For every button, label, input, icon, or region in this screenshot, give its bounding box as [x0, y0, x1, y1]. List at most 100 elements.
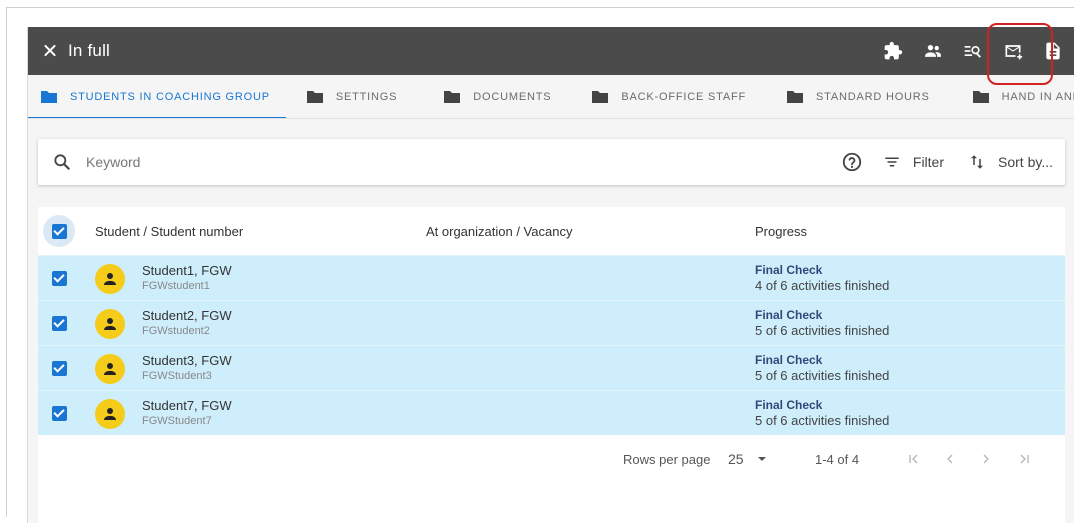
progress-cell: Final Check 4 of 6 activities finished	[755, 263, 889, 294]
tab-students-in-coaching-group[interactable]: STUDENTS IN COACHING GROUP	[28, 75, 286, 118]
chevron-right-icon	[983, 454, 989, 464]
first-page-button[interactable]	[904, 449, 924, 469]
toolbar-actions	[875, 27, 1074, 75]
tab-label: STUDENTS IN COACHING GROUP	[70, 90, 270, 103]
student-cell: Student1, FGW FGWstudent1	[142, 263, 232, 294]
column-header-student[interactable]: Student / Student number	[95, 224, 243, 239]
row-checkbox-wrapper	[43, 352, 75, 384]
folder-icon	[306, 90, 324, 103]
avatar	[95, 309, 125, 339]
student-name: Student3, FGW	[142, 353, 232, 368]
student-cell: Student3, FGW FGWStudent3	[142, 353, 232, 384]
rows-per-page-label: Rows per page	[623, 451, 711, 467]
progress-phase: Final Check	[755, 353, 823, 367]
search-input[interactable]	[84, 153, 684, 171]
sort-icon	[971, 155, 984, 169]
row-checkbox-wrapper	[43, 397, 75, 429]
person-icon	[104, 273, 116, 285]
help-icon[interactable]	[841, 151, 863, 173]
student-name: Student2, FGW	[142, 308, 232, 323]
tab-hand-in-and-assess[interactable]: HAND IN AND ASSESS	[960, 75, 1074, 118]
row-checkbox[interactable]	[51, 270, 67, 286]
rows-per-page-value: 25	[728, 451, 744, 467]
student-name: Student7, FGW	[142, 398, 232, 413]
person-icon	[104, 363, 116, 375]
rows-per-page-select[interactable]: 25	[728, 451, 766, 467]
progress-cell: Final Check 5 of 6 activities finished	[755, 308, 889, 339]
chevron-left-icon	[947, 454, 953, 464]
progress-detail: 5 of 6 activities finished	[755, 323, 890, 338]
previous-page-button[interactable]	[940, 449, 960, 469]
person-icon	[104, 318, 116, 330]
table-row[interactable]: Student7, FGW FGWStudent7 Final Check 5 …	[38, 390, 1065, 435]
row-checkbox[interactable]	[51, 315, 67, 331]
progress-detail: 4 of 6 activities finished	[755, 278, 890, 293]
avatar	[95, 399, 125, 429]
row-checkbox[interactable]	[51, 405, 67, 421]
student-number: FGWstudent2	[142, 325, 210, 337]
select-all-checkbox[interactable]	[51, 223, 67, 239]
students-table: Student / Student number At organization…	[38, 207, 1065, 523]
student-number: FGWstudent1	[142, 280, 210, 292]
table-header: Student / Student number At organization…	[38, 207, 1065, 255]
filter-label: Filter	[912, 154, 945, 170]
progress-cell: Final Check 5 of 6 activities finished	[755, 398, 889, 429]
filter-icon	[885, 157, 899, 167]
search-actions: Filter Sort by...	[841, 139, 1065, 185]
tab-label: STANDARD HOURS	[816, 90, 930, 103]
student-name: Student1, FGW	[142, 263, 232, 278]
filter-button[interactable]: Filter	[883, 153, 944, 171]
tab-label: SETTINGS	[335, 90, 398, 103]
tab-label: BACK-OFFICE STAFF	[621, 90, 746, 103]
top-bar: In full	[28, 27, 1074, 75]
folder-icon	[591, 90, 609, 103]
first-page-icon	[909, 454, 918, 464]
tab-bar: STUDENTS IN COACHING GROUP SETTINGS DOCU…	[28, 75, 1074, 119]
row-checkbox-wrapper	[43, 262, 75, 294]
caret-down-icon	[757, 457, 766, 461]
tab-documents[interactable]: DOCUMENTS	[431, 75, 567, 118]
next-page-button[interactable]	[976, 449, 996, 469]
folder-icon	[443, 90, 461, 103]
table-row[interactable]: Student2, FGW FGWstudent2 Final Check 5 …	[38, 300, 1065, 345]
tab-label: HAND IN AND ASSESS	[1001, 90, 1074, 103]
column-header-progress[interactable]: Progress	[755, 224, 807, 239]
puzzle-icon[interactable]	[875, 33, 911, 69]
close-button[interactable]	[40, 41, 60, 61]
person-icon	[104, 408, 116, 420]
avatar	[95, 264, 125, 294]
tab-settings[interactable]: SETTINGS	[294, 75, 413, 118]
tab-back-office-staff[interactable]: BACK-OFFICE STAFF	[579, 75, 762, 118]
progress-detail: 5 of 6 activities finished	[755, 413, 890, 428]
table-row[interactable]: Student3, FGW FGWStudent3 Final Check 5 …	[38, 345, 1065, 390]
dialog-title: In full	[68, 41, 111, 60]
folder-icon	[972, 90, 990, 103]
folder-icon	[786, 90, 804, 103]
table-row[interactable]: Student1, FGW FGWstudent1 Final Check 4 …	[38, 255, 1065, 300]
progress-phase: Final Check	[755, 263, 823, 277]
search-list-icon[interactable]	[955, 33, 991, 69]
row-checkbox[interactable]	[51, 360, 67, 376]
tab-standard-hours[interactable]: STANDARD HOURS	[774, 75, 946, 118]
search-icon	[54, 154, 70, 170]
tab-label: DOCUMENTS	[473, 90, 552, 103]
sort-button[interactable]: Sort by...	[968, 153, 1053, 171]
pagination: Rows per page 25 1-4 of 4	[38, 435, 1065, 483]
avatar	[95, 354, 125, 384]
progress-phase: Final Check	[755, 308, 823, 322]
student-number: FGWStudent7	[142, 415, 212, 427]
row-checkbox-wrapper	[43, 307, 75, 339]
column-header-organization[interactable]: At organization / Vacancy	[426, 224, 572, 239]
mail-icon[interactable]	[995, 33, 1031, 69]
folder-icon	[40, 90, 58, 103]
last-page-button[interactable]	[1014, 449, 1034, 469]
search-bar: Filter Sort by...	[38, 139, 1065, 185]
document-icon[interactable]	[1035, 33, 1071, 69]
last-page-icon	[1020, 454, 1029, 464]
student-number: FGWStudent3	[142, 370, 212, 382]
student-cell: Student7, FGW FGWStudent7	[142, 398, 232, 429]
progress-phase: Final Check	[755, 398, 823, 412]
sort-label: Sort by...	[998, 154, 1053, 170]
group-icon[interactable]	[915, 33, 951, 69]
select-all-wrapper	[43, 215, 75, 247]
